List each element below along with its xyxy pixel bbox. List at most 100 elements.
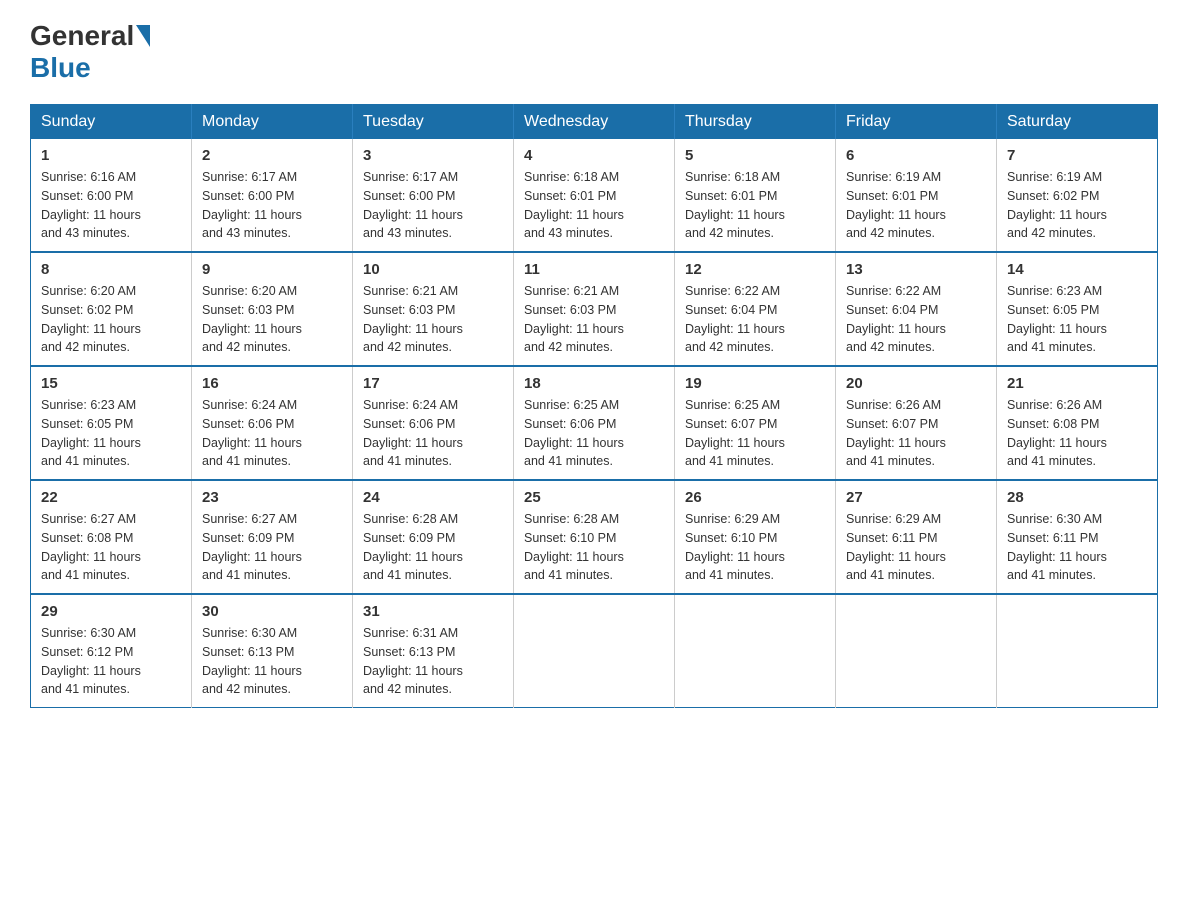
- day-number: 4: [524, 147, 664, 164]
- day-info: Sunrise: 6:20 AMSunset: 6:02 PMDaylight:…: [41, 282, 181, 357]
- day-number: 17: [363, 375, 503, 392]
- calendar-cell: 15 Sunrise: 6:23 AMSunset: 6:05 PMDayligh…: [31, 366, 192, 480]
- day-number: 25: [524, 489, 664, 506]
- day-number: 19: [685, 375, 825, 392]
- day-info: Sunrise: 6:18 AMSunset: 6:01 PMDaylight:…: [685, 168, 825, 243]
- calendar-cell: 29Sunrise: 6:30 AMSunset: 6:12 PMDayligh…: [31, 594, 192, 708]
- calendar-header-row: SundayMondayTuesdayWednesdayThursdayFrid…: [31, 105, 1158, 140]
- day-info: Sunrise: 6:23 AMSunset: 6:05 PMDaylight:…: [1007, 282, 1147, 357]
- day-number: 3: [363, 147, 503, 164]
- day-info: Sunrise: 6:30 AMSunset: 6:11 PMDaylight:…: [1007, 510, 1147, 585]
- page-header: General Blue: [30, 20, 1158, 84]
- day-info: Sunrise: 6:19 AMSunset: 6:01 PMDaylight:…: [846, 168, 986, 243]
- calendar-header-tuesday: Tuesday: [353, 105, 514, 140]
- day-number: 12: [685, 261, 825, 278]
- day-number: 5: [685, 147, 825, 164]
- calendar-cell: 14 Sunrise: 6:23 AMSunset: 6:05 PMDayligh…: [997, 252, 1158, 366]
- day-info: Sunrise: 6:20 AMSunset: 6:03 PMDaylight:…: [202, 282, 342, 357]
- day-info: Sunrise: 6:22 AMSunset: 6:04 PMDaylight:…: [846, 282, 986, 357]
- day-number: 27: [846, 489, 986, 506]
- day-info: Sunrise: 6:16 AMSunset: 6:00 PMDaylight:…: [41, 168, 181, 243]
- calendar-cell: 11 Sunrise: 6:21 AMSunset: 6:03 PMDayligh…: [514, 252, 675, 366]
- calendar-cell: 16Sunrise: 6:24 AMSunset: 6:06 PMDayligh…: [192, 366, 353, 480]
- day-info: Sunrise: 6:17 AMSunset: 6:00 PMDaylight:…: [363, 168, 503, 243]
- logo-blue-text: Blue: [30, 52, 91, 84]
- day-info: Sunrise: 6:21 AMSunset: 6:03 PMDaylight:…: [524, 282, 664, 357]
- calendar-table: SundayMondayTuesdayWednesdayThursdayFrid…: [30, 104, 1158, 708]
- calendar-cell: 25Sunrise: 6:28 AMSunset: 6:10 PMDayligh…: [514, 480, 675, 594]
- day-number: 20: [846, 375, 986, 392]
- day-info: Sunrise: 6:18 AMSunset: 6:01 PMDaylight:…: [524, 168, 664, 243]
- calendar-cell: 5 Sunrise: 6:18 AMSunset: 6:01 PMDaylight…: [675, 139, 836, 252]
- logo: General Blue: [30, 20, 152, 84]
- day-number: 2: [202, 147, 342, 164]
- day-number: 6: [846, 147, 986, 164]
- day-number: 24: [363, 489, 503, 506]
- day-info: Sunrise: 6:26 AMSunset: 6:07 PMDaylight:…: [846, 396, 986, 471]
- calendar-week-row: 1 Sunrise: 6:16 AMSunset: 6:00 PMDaylight…: [31, 139, 1158, 252]
- day-number: 10: [363, 261, 503, 278]
- calendar-cell: 20 Sunrise: 6:26 AMSunset: 6:07 PMDayligh…: [836, 366, 997, 480]
- calendar-cell: 19 Sunrise: 6:25 AMSunset: 6:07 PMDayligh…: [675, 366, 836, 480]
- day-info: Sunrise: 6:31 AMSunset: 6:13 PMDaylight:…: [363, 624, 503, 699]
- calendar-cell: 12 Sunrise: 6:22 AMSunset: 6:04 PMDayligh…: [675, 252, 836, 366]
- calendar-header-saturday: Saturday: [997, 105, 1158, 140]
- day-number: 15: [41, 375, 181, 392]
- calendar-cell: 24 Sunrise: 6:28 AMSunset: 6:09 PMDayligh…: [353, 480, 514, 594]
- day-number: 14: [1007, 261, 1147, 278]
- calendar-cell: 30Sunrise: 6:30 AMSunset: 6:13 PMDayligh…: [192, 594, 353, 708]
- calendar-cell: 2 Sunrise: 6:17 AMSunset: 6:00 PMDaylight…: [192, 139, 353, 252]
- calendar-cell: 8 Sunrise: 6:20 AMSunset: 6:02 PMDaylight…: [31, 252, 192, 366]
- logo-triangle-icon: [136, 25, 150, 47]
- calendar-week-row: 15 Sunrise: 6:23 AMSunset: 6:05 PMDayligh…: [31, 366, 1158, 480]
- calendar-cell: 10 Sunrise: 6:21 AMSunset: 6:03 PMDayligh…: [353, 252, 514, 366]
- day-number: 8: [41, 261, 181, 278]
- day-number: 1: [41, 147, 181, 164]
- calendar-week-row: 29Sunrise: 6:30 AMSunset: 6:12 PMDayligh…: [31, 594, 1158, 708]
- day-info: Sunrise: 6:22 AMSunset: 6:04 PMDaylight:…: [685, 282, 825, 357]
- day-number: 28: [1007, 489, 1147, 506]
- calendar-header-sunday: Sunday: [31, 105, 192, 140]
- calendar-cell: [997, 594, 1158, 708]
- calendar-cell: [514, 594, 675, 708]
- calendar-header-friday: Friday: [836, 105, 997, 140]
- day-info: Sunrise: 6:24 AMSunset: 6:06 PMDaylight:…: [202, 396, 342, 471]
- calendar-header-monday: Monday: [192, 105, 353, 140]
- calendar-week-row: 22Sunrise: 6:27 AMSunset: 6:08 PMDayligh…: [31, 480, 1158, 594]
- calendar-cell: 9 Sunrise: 6:20 AMSunset: 6:03 PMDaylight…: [192, 252, 353, 366]
- day-info: Sunrise: 6:25 AMSunset: 6:07 PMDaylight:…: [685, 396, 825, 471]
- calendar-cell: 21Sunrise: 6:26 AMSunset: 6:08 PMDayligh…: [997, 366, 1158, 480]
- day-number: 31: [363, 603, 503, 620]
- calendar-cell: 13Sunrise: 6:22 AMSunset: 6:04 PMDayligh…: [836, 252, 997, 366]
- day-number: 22: [41, 489, 181, 506]
- day-info: Sunrise: 6:23 AMSunset: 6:05 PMDaylight:…: [41, 396, 181, 471]
- calendar-cell: 27 Sunrise: 6:29 AMSunset: 6:11 PMDayligh…: [836, 480, 997, 594]
- calendar-cell: 23 Sunrise: 6:27 AMSunset: 6:09 PMDayligh…: [192, 480, 353, 594]
- day-number: 7: [1007, 147, 1147, 164]
- calendar-cell: 28 Sunrise: 6:30 AMSunset: 6:11 PMDayligh…: [997, 480, 1158, 594]
- day-info: Sunrise: 6:27 AMSunset: 6:09 PMDaylight:…: [202, 510, 342, 585]
- day-info: Sunrise: 6:17 AMSunset: 6:00 PMDaylight:…: [202, 168, 342, 243]
- day-info: Sunrise: 6:30 AMSunset: 6:13 PMDaylight:…: [202, 624, 342, 699]
- calendar-cell: 22Sunrise: 6:27 AMSunset: 6:08 PMDayligh…: [31, 480, 192, 594]
- day-info: Sunrise: 6:19 AMSunset: 6:02 PMDaylight:…: [1007, 168, 1147, 243]
- calendar-header-thursday: Thursday: [675, 105, 836, 140]
- day-info: Sunrise: 6:21 AMSunset: 6:03 PMDaylight:…: [363, 282, 503, 357]
- calendar-cell: 4 Sunrise: 6:18 AMSunset: 6:01 PMDaylight…: [514, 139, 675, 252]
- calendar-cell: 18Sunrise: 6:25 AMSunset: 6:06 PMDayligh…: [514, 366, 675, 480]
- day-info: Sunrise: 6:28 AMSunset: 6:09 PMDaylight:…: [363, 510, 503, 585]
- calendar-week-row: 8 Sunrise: 6:20 AMSunset: 6:02 PMDaylight…: [31, 252, 1158, 366]
- day-info: Sunrise: 6:24 AMSunset: 6:06 PMDaylight:…: [363, 396, 503, 471]
- day-number: 11: [524, 261, 664, 278]
- day-number: 23: [202, 489, 342, 506]
- calendar-cell: [675, 594, 836, 708]
- calendar-header-wednesday: Wednesday: [514, 105, 675, 140]
- day-number: 9: [202, 261, 342, 278]
- day-number: 29: [41, 603, 181, 620]
- day-number: 26: [685, 489, 825, 506]
- calendar-cell: 1 Sunrise: 6:16 AMSunset: 6:00 PMDaylight…: [31, 139, 192, 252]
- day-info: Sunrise: 6:25 AMSunset: 6:06 PMDaylight:…: [524, 396, 664, 471]
- day-info: Sunrise: 6:26 AMSunset: 6:08 PMDaylight:…: [1007, 396, 1147, 471]
- calendar-cell: 7 Sunrise: 6:19 AMSunset: 6:02 PMDaylight…: [997, 139, 1158, 252]
- day-info: Sunrise: 6:29 AMSunset: 6:11 PMDaylight:…: [846, 510, 986, 585]
